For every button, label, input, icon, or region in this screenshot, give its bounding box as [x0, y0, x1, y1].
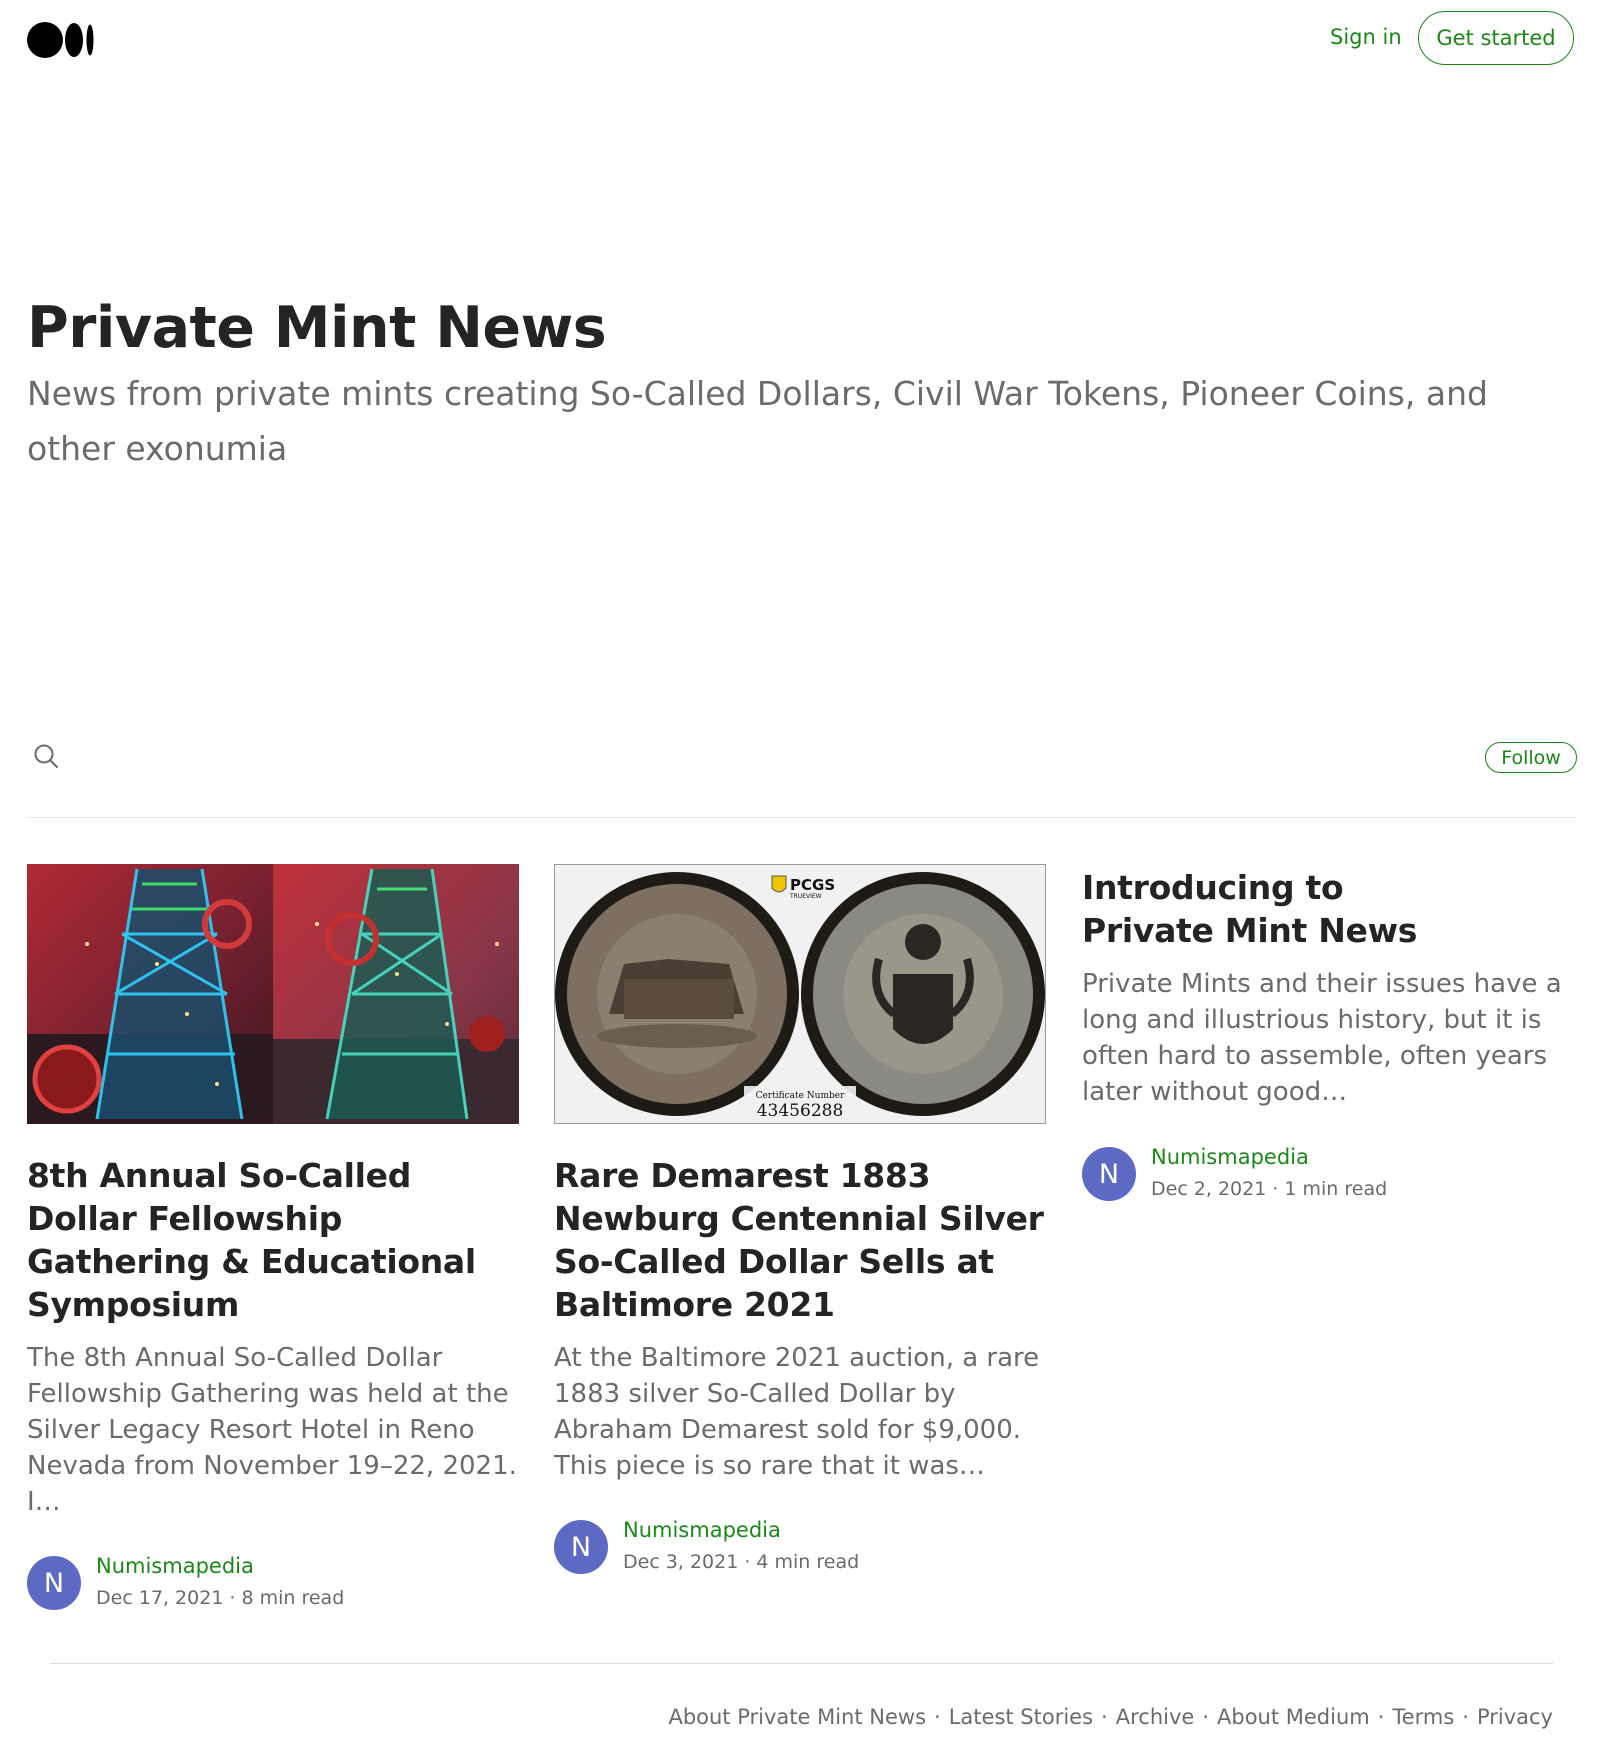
post-excerpt[interactable]: At the Baltimore 2021 auction, a rare 18… [554, 1340, 1046, 1484]
post-date: Dec 3, 2021 [623, 1551, 739, 1573]
post-image-coin-medal[interactable]: PCGS TRUEVIEW Certificate Number 4345628… [554, 864, 1046, 1124]
post-byline: N Numismapedia Dec 3, 2021 · 4 min read [554, 1518, 1046, 1576]
avatar[interactable]: N [554, 1520, 608, 1574]
read-time: 4 min read [756, 1551, 860, 1573]
avatar[interactable]: N [1082, 1147, 1136, 1201]
footer-link-terms[interactable]: Terms [1392, 1705, 1454, 1729]
post-title[interactable]: Rare Demarest 1883 Newburg Centennial Si… [554, 1154, 1046, 1326]
certificate-label: Certificate Number [756, 1091, 846, 1101]
footer-links: About Private Mint News · Latest Stories · A… [668, 1705, 1553, 1729]
post-card-3: Introducing to Private Mint News Private… [1082, 866, 1574, 1203]
post-card-1: 8th Annual So-Called Dollar Fellowship G… [27, 864, 519, 1612]
post-byline: N Numismapedia Dec 2, 2021 · 1 min read [1082, 1145, 1574, 1203]
meta-separator: · [1272, 1178, 1279, 1200]
author-name[interactable]: Numismapedia [623, 1518, 781, 1542]
post-byline: N Numismapedia Dec 17, 2021 · 8 min read [27, 1554, 519, 1612]
footer-separator: · [1462, 1705, 1469, 1729]
post-meta: Dec 2, 2021 · 1 min read [1151, 1178, 1387, 1200]
author-name[interactable]: Numismapedia [1151, 1145, 1309, 1169]
footer-separator: · [934, 1705, 941, 1729]
avatar[interactable]: N [27, 1556, 81, 1610]
medium-logo-icon[interactable] [27, 22, 95, 58]
post-date: Dec 2, 2021 [1151, 1178, 1267, 1200]
footer-link-privacy[interactable]: Privacy [1477, 1705, 1553, 1729]
sign-in-link[interactable]: Sign in [1330, 25, 1402, 49]
follow-button[interactable]: Follow [1485, 742, 1577, 773]
certificate-number: 43456288 [757, 1101, 844, 1121]
footer-link-archive[interactable]: Archive [1116, 1705, 1195, 1729]
footer-link-latest-stories[interactable]: Latest Stories [949, 1705, 1093, 1729]
post-meta: Dec 17, 2021 · 8 min read [96, 1587, 344, 1609]
footer-link-about-publication[interactable]: About Private Mint News [668, 1705, 926, 1729]
footer-link-about-medium[interactable]: About Medium [1217, 1705, 1370, 1729]
meta-separator: · [744, 1551, 751, 1573]
footer-separator: · [1202, 1705, 1209, 1729]
read-time: 1 min read [1284, 1178, 1388, 1200]
nav-divider [27, 817, 1577, 818]
meta-separator: · [229, 1587, 236, 1609]
post-title[interactable]: Introducing to Private Mint News [1082, 866, 1452, 952]
post-excerpt[interactable]: The 8th Annual So-Called Dollar Fellowsh… [27, 1340, 519, 1520]
post-meta: Dec 3, 2021 · 4 min read [623, 1551, 859, 1573]
search-icon[interactable] [32, 742, 60, 770]
trueview-text: TRUEVIEW [789, 893, 822, 900]
post-date: Dec 17, 2021 [96, 1587, 224, 1609]
publication-title: Private Mint News [27, 295, 607, 361]
pcgs-badge-text: PCGS [790, 876, 835, 894]
publication-description: News from private mints creating So-Call… [27, 374, 1488, 468]
post-image-neon-towers[interactable] [27, 864, 519, 1124]
post-card-2: PCGS TRUEVIEW Certificate Number 4345628… [554, 864, 1046, 1576]
footer-separator: · [1377, 1705, 1385, 1729]
author-name[interactable]: Numismapedia [96, 1554, 254, 1578]
footer-separator: · [1101, 1705, 1108, 1729]
post-title[interactable]: 8th Annual So-Called Dollar Fellowship G… [27, 1154, 519, 1326]
post-excerpt[interactable]: Private Mints and their issues have a lo… [1082, 966, 1574, 1110]
read-time: 8 min read [241, 1587, 345, 1609]
get-started-button[interactable]: Get started [1418, 11, 1574, 65]
footer-divider [50, 1663, 1553, 1664]
